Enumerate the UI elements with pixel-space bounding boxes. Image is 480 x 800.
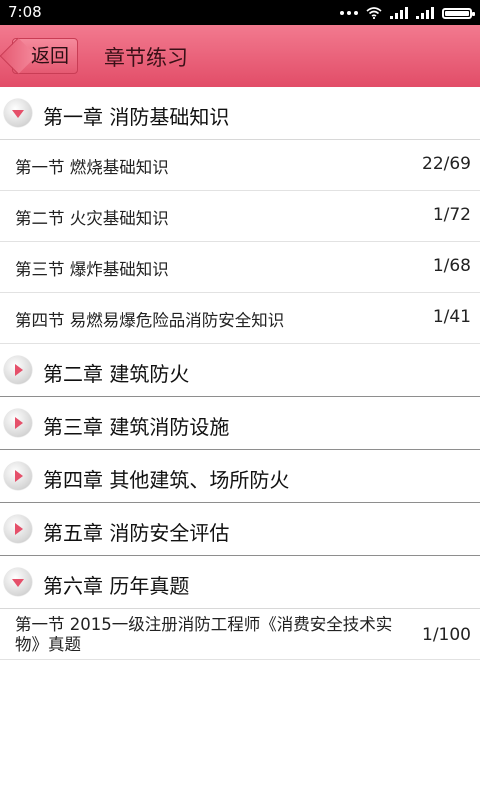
chapter-label: 第六章 历年真题 — [43, 574, 190, 598]
signal-icon — [390, 7, 408, 19]
section-item[interactable]: 第一节 2015一级注册消防工程师《消费安全技术实物》真题 1/100 — [0, 609, 480, 660]
collapse-icon — [4, 99, 32, 127]
chapter-label: 第五章 消防安全评估 — [43, 521, 230, 545]
section-item[interactable]: 第二节 火灾基础知识 1/72 — [0, 191, 480, 242]
section-label: 第一节 2015一级注册消防工程师《消费安全技术实物》真题 — [15, 615, 393, 654]
chapter-item[interactable]: 第三章 建筑消防设施 — [0, 397, 480, 450]
section-progress: 1/41 — [432, 307, 471, 327]
chapter-item[interactable]: 第六章 历年真题 — [0, 556, 480, 609]
section-progress: 1/72 — [432, 205, 471, 225]
page-title: 章节练习 — [104, 46, 188, 70]
battery-icon — [442, 7, 475, 19]
expand-icon — [4, 462, 32, 490]
section-progress: 1/68 — [432, 256, 471, 276]
chapter-item[interactable]: 第四章 其他建筑、场所防火 — [0, 450, 480, 503]
section-progress: 22/69 — [422, 154, 471, 174]
title-bar: 返回 章节练习 — [0, 25, 480, 87]
chapter-label: 第二章 建筑防火 — [43, 362, 190, 386]
chapter-label: 第四章 其他建筑、场所防火 — [43, 468, 290, 492]
status-icons — [340, 4, 475, 22]
chapter-item[interactable]: 第二章 建筑防火 — [0, 344, 480, 397]
wifi-icon — [366, 7, 382, 19]
chapter-item[interactable]: 第五章 消防安全评估 — [0, 503, 480, 556]
more-notifications-icon — [340, 11, 358, 15]
back-button-label: 返回 — [30, 45, 69, 67]
expand-icon — [4, 356, 32, 384]
chapter-label: 第一章 消防基础知识 — [43, 105, 230, 129]
chapter-list: 第一章 消防基础知识 第一节 燃烧基础知识 22/69 第二节 火灾基础知识 1… — [0, 87, 480, 660]
chapter-item[interactable]: 第一章 消防基础知识 — [0, 87, 480, 140]
collapse-icon — [4, 568, 32, 596]
section-item[interactable]: 第一节 燃烧基础知识 22/69 — [0, 140, 480, 191]
section-label: 第一节 燃烧基础知识 — [15, 158, 169, 177]
section-item[interactable]: 第四节 易燃易爆危险品消防安全知识 1/41 — [0, 293, 480, 344]
section-label: 第四节 易燃易爆危险品消防安全知识 — [15, 311, 285, 330]
section-item[interactable]: 第三节 爆炸基础知识 1/68 — [0, 242, 480, 293]
section-label: 第二节 火灾基础知识 — [15, 209, 169, 228]
status-time: 7:08 — [8, 3, 42, 21]
expand-icon — [4, 409, 32, 437]
chapter-label: 第三章 建筑消防设施 — [43, 415, 230, 439]
status-bar: 7:08 — [0, 0, 480, 25]
signal-icon — [416, 7, 434, 19]
back-button[interactable]: 返回 — [0, 37, 78, 75]
section-progress: 1/100 — [422, 625, 471, 645]
expand-icon — [4, 515, 32, 543]
section-label: 第三节 爆炸基础知识 — [15, 260, 169, 279]
